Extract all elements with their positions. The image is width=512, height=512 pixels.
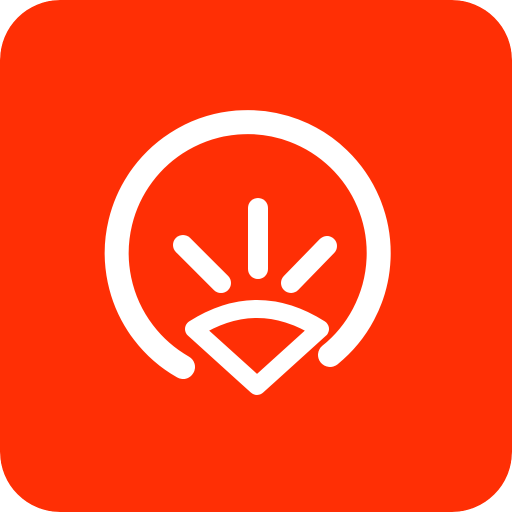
sunrise-logo-icon <box>0 0 512 512</box>
app-icon-tile[interactable] <box>0 0 512 512</box>
